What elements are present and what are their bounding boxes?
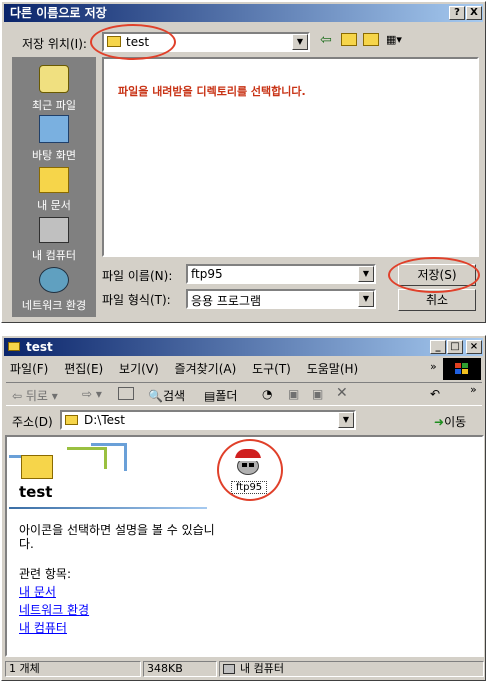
big-folder-icon [21, 455, 53, 479]
status-location-label: 내 컴퓨터 [240, 662, 284, 675]
link-my-computer[interactable]: 내 컴퓨터 [19, 619, 67, 636]
content-area: test 아이콘을 선택하면 설명을 볼 수 있습니다. 관련 항목: 내 문서… [5, 435, 484, 657]
folder-title: test [19, 483, 53, 501]
highlight-location [90, 24, 176, 60]
undo-icon[interactable]: ↶ [430, 387, 440, 401]
dialog-titlebar: 다른 이름으로 저장 [4, 4, 483, 22]
filename-input[interactable]: ftp95 ▼ [186, 264, 376, 284]
link-network[interactable]: 네트워크 환경 [19, 601, 89, 618]
folders-button[interactable]: ▤폴더 [204, 387, 237, 404]
filetype-dropdown-arrow[interactable]: ▼ [358, 291, 374, 307]
address-value: D:\Test [84, 413, 125, 427]
desktop-icon [39, 115, 69, 143]
maximize-button[interactable]: □ [447, 340, 463, 354]
up-folder-icon[interactable] [341, 33, 357, 46]
recent-files-icon [39, 65, 69, 93]
go-arrow-icon: ➜ [434, 415, 445, 429]
address-dropdown-arrow[interactable]: ▼ [338, 412, 354, 428]
status-objects: 1 개체 [5, 661, 141, 677]
menu-edit[interactable]: 편집(E) [64, 362, 103, 376]
explorer-titlebar: test [4, 338, 483, 356]
toolbar-chevron-icon[interactable]: » [470, 383, 477, 396]
up-icon[interactable] [118, 387, 134, 400]
location-dropdown-arrow[interactable]: ▼ [292, 34, 308, 50]
go-button[interactable]: ➜이동 [434, 413, 466, 430]
view-menu-icon[interactable]: ▦▾ [386, 33, 408, 46]
windows-logo-icon [443, 358, 481, 380]
new-folder-icon[interactable] [363, 33, 379, 46]
forward-icon[interactable]: ⇨ ▾ [82, 387, 102, 401]
back-icon[interactable]: ⇦ [320, 32, 332, 48]
back-button[interactable]: ⇦ 뒤로 ▾ [12, 387, 58, 404]
search-button[interactable]: 🔍검색 [148, 387, 185, 404]
filename-label: 파일 이름(N): [102, 269, 173, 283]
explorer-close-button[interactable]: × [466, 340, 482, 354]
go-label: 이동 [444, 415, 467, 429]
filetype-label: 파일 형식(T): [102, 293, 171, 307]
filename-value: ftp95 [191, 267, 223, 281]
place-label-network: 네트워크 환경 [21, 299, 87, 312]
save-as-dialog: 다른 이름으로 저장 ? X 저장 위치(I): test ▼ ⇦ ▦▾ 최근 … [1, 1, 486, 323]
filename-dropdown-arrow[interactable]: ▼ [358, 266, 374, 282]
delete-icon[interactable]: ✕ [336, 385, 348, 401]
place-label-computer: 내 컴퓨터 [32, 249, 76, 262]
location-label: 저장 위치(I): [22, 37, 87, 51]
status-location: 내 컴퓨터 [219, 661, 484, 677]
address-label: 주소(D) [12, 415, 53, 429]
highlight-file [217, 439, 283, 501]
status-bar: 1 개체 348KB 내 컴퓨터 [5, 661, 484, 679]
close-button[interactable]: X [466, 6, 482, 20]
menu-tools[interactable]: 도구(T) [252, 362, 291, 376]
title-folder-icon [8, 342, 20, 351]
places-bar: 최근 파일 바탕 화면 내 문서 내 컴퓨터 네트워크 환경 [12, 57, 96, 317]
menu-chevron-icon[interactable]: » [430, 360, 437, 373]
highlight-save [388, 257, 480, 293]
my-computer-icon [39, 217, 69, 243]
menu-help[interactable]: 도움말(H) [307, 362, 359, 376]
toolbar: ⇦ 뒤로 ▾ ⇨ ▾ 🔍검색 ▤폴더 ◔ ▣ ▣ ✕ ↶ » [6, 382, 482, 406]
folders-label: 폴더 [215, 389, 238, 403]
file-list-area[interactable]: 파일을 내려받을 디렉토리를 선택합니다. [102, 57, 479, 257]
instruction-message: 파일을 내려받을 디렉토리를 선택합니다. [118, 85, 306, 98]
place-network[interactable]: 네트워크 환경 [12, 265, 96, 313]
menu-favorites[interactable]: 즐겨찾기(A) [175, 362, 237, 376]
address-input[interactable]: D:\Test ▼ [60, 410, 356, 430]
computer-icon [223, 664, 235, 674]
place-documents[interactable]: 내 문서 [12, 165, 96, 213]
address-folder-icon [65, 415, 78, 425]
copy-to-icon[interactable]: ▣ [312, 387, 323, 401]
title-underline [9, 507, 207, 509]
place-label-recent: 최근 파일 [32, 99, 76, 112]
filetype-value: 응용 프로그램 [191, 294, 262, 308]
description-text: 아이콘을 선택하면 설명을 볼 수 있습니다. [19, 523, 215, 551]
my-documents-icon [39, 167, 69, 193]
related-label: 관련 항목: [19, 567, 72, 581]
place-recent[interactable]: 최근 파일 [12, 65, 96, 113]
explorer-window: test _ □ × 파일(F) 편집(E) 보기(V) 즐겨찾기(A) 도구(… [1, 335, 486, 681]
search-label: 검색 [162, 389, 186, 403]
move-to-icon[interactable]: ▣ [288, 387, 299, 401]
menu-file[interactable]: 파일(F) [10, 362, 48, 376]
history-icon[interactable]: ◔ [262, 387, 272, 401]
folder-banner [9, 441, 129, 481]
help-button[interactable]: ? [449, 6, 465, 20]
dialog-title: 다른 이름으로 저장 [10, 6, 107, 20]
menu-view[interactable]: 보기(V) [119, 362, 159, 376]
place-desktop[interactable]: 바탕 화면 [12, 115, 96, 163]
place-label-documents: 내 문서 [37, 199, 71, 212]
menu-bar: 파일(F) 편집(E) 보기(V) 즐겨찾기(A) 도구(T) 도움말(H) [10, 360, 430, 378]
status-size: 348KB [143, 661, 217, 677]
filetype-select[interactable]: 응용 프로그램 ▼ [186, 289, 376, 309]
back-label: 뒤로 [25, 389, 48, 403]
place-label-desktop: 바탕 화면 [32, 149, 76, 162]
network-icon [39, 267, 69, 293]
place-computer[interactable]: 내 컴퓨터 [12, 215, 96, 263]
minimize-button[interactable]: _ [430, 340, 446, 354]
link-my-documents[interactable]: 내 문서 [19, 583, 56, 600]
